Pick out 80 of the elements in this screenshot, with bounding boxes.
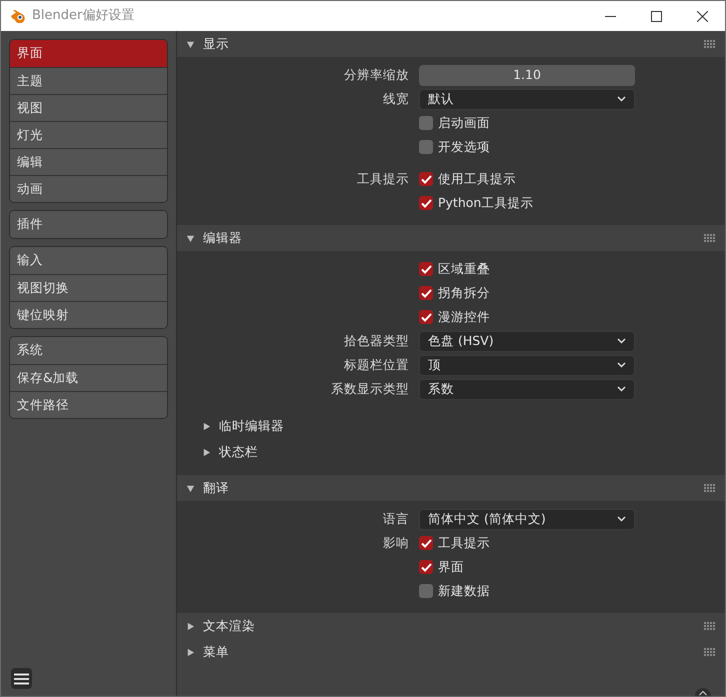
checkmark-icon [420, 312, 432, 322]
checkbox-label[interactable]: Python工具提示 [438, 194, 534, 212]
checkmark-icon [420, 288, 432, 298]
checkbox-label[interactable]: 新建数据 [438, 582, 490, 600]
sidebar-tab[interactable]: 视图 [10, 94, 167, 121]
field-label: 影响 [383, 534, 409, 552]
sidebar-tab[interactable]: 动画 [10, 175, 167, 202]
window-title: Blender偏好设置 [32, 7, 136, 26]
blender-logo-icon [10, 9, 26, 23]
sidebar-tab[interactable]: 键位映射 [10, 301, 167, 328]
close-icon [696, 10, 708, 22]
checkbox[interactable] [419, 196, 433, 210]
checkbox[interactable] [419, 116, 433, 130]
subpanel-title: 临时编辑器 [219, 416, 284, 435]
subpanel-title: 状态栏 [219, 442, 258, 461]
grip-icon[interactable] [704, 648, 715, 656]
grip-icon[interactable] [704, 234, 715, 242]
checkmark-icon [420, 264, 432, 274]
field-label: 工具提示 [357, 170, 409, 188]
menu-icon [14, 672, 29, 684]
panel-title: 显示 [203, 34, 230, 53]
maximize-icon [650, 10, 662, 22]
panel-title: 菜单 [203, 642, 230, 661]
checkbox[interactable] [419, 286, 433, 300]
dropdown[interactable]: 默认 [419, 88, 635, 110]
grip-icon[interactable] [704, 484, 715, 492]
dropdown[interactable]: 系数 [419, 378, 635, 400]
field-label: 系数显示类型 [331, 380, 409, 398]
sidebar-tab[interactable]: 灯光 [10, 121, 167, 148]
checkbox[interactable] [419, 310, 433, 324]
checkbox-label[interactable]: 拐角拆分 [438, 284, 490, 302]
checkbox-label[interactable]: 区域重叠 [438, 260, 490, 278]
sidebar-tab[interactable]: 编辑 [10, 148, 167, 175]
dropdown[interactable]: 顶 [419, 354, 635, 376]
checkbox-label[interactable]: 界面 [438, 558, 464, 576]
grip-icon[interactable] [704, 40, 715, 48]
sidebar-tab[interactable]: 主题 [10, 67, 167, 94]
checkmark-icon [420, 538, 432, 548]
panel-title: 编辑器 [203, 228, 243, 247]
field-label: 分辨率缩放 [344, 66, 409, 84]
checkbox[interactable] [419, 172, 433, 186]
checkbox-label[interactable]: 开发选项 [438, 138, 490, 156]
subpanel-header[interactable]: 状态栏 [177, 439, 725, 465]
chevron-up-icon[interactable] [695, 688, 711, 696]
field-label: 标题栏位置 [344, 356, 409, 374]
chevron-down-icon [617, 362, 626, 368]
checkbox-label[interactable]: 使用工具提示 [438, 170, 516, 188]
chevron-down-icon [617, 96, 626, 102]
chevron-down-icon [617, 386, 626, 392]
sidebar-tab[interactable]: 视图切换 [10, 274, 167, 301]
sidebar-tab[interactable]: 系统 [10, 337, 167, 364]
checkmark-icon [420, 198, 432, 208]
dropdown[interactable]: 简体中文 (简体中文) [419, 508, 635, 530]
field-label: 拾色器类型 [344, 332, 409, 350]
checkmark-icon [420, 174, 432, 184]
checkbox-label[interactable]: 启动画面 [438, 114, 490, 132]
panel-title: 文本渲染 [203, 616, 256, 635]
sidebar-tab[interactable]: 文件路径 [10, 391, 167, 418]
chevron-down-icon [617, 516, 626, 522]
number-field[interactable]: 1.10 [419, 64, 635, 86]
sidebar-tab[interactable]: 输入 [10, 247, 167, 274]
menu-button[interactable] [11, 668, 32, 689]
checkbox[interactable] [419, 140, 433, 154]
checkbox[interactable] [419, 536, 433, 550]
checkbox[interactable] [419, 262, 433, 276]
chevron-down-icon [617, 338, 626, 344]
checkbox[interactable] [419, 560, 433, 574]
sidebar-tab[interactable]: 界面 [10, 40, 167, 67]
panel-title: 翻译 [203, 478, 230, 497]
field-label: 线宽 [383, 90, 409, 108]
checkbox-label[interactable]: 工具提示 [438, 534, 490, 552]
checkmark-icon [420, 562, 432, 572]
dropdown[interactable]: 色盘 (HSV) [419, 330, 635, 352]
checkbox[interactable] [419, 584, 433, 598]
field-label: 语言 [383, 510, 409, 528]
grip-icon[interactable] [704, 622, 715, 630]
sidebar-tab[interactable]: 保存&加载 [10, 364, 167, 391]
checkbox-label[interactable]: 漫游控件 [438, 308, 490, 326]
sidebar-tab[interactable]: 插件 [10, 211, 167, 238]
subpanel-header[interactable]: 临时编辑器 [177, 413, 725, 439]
